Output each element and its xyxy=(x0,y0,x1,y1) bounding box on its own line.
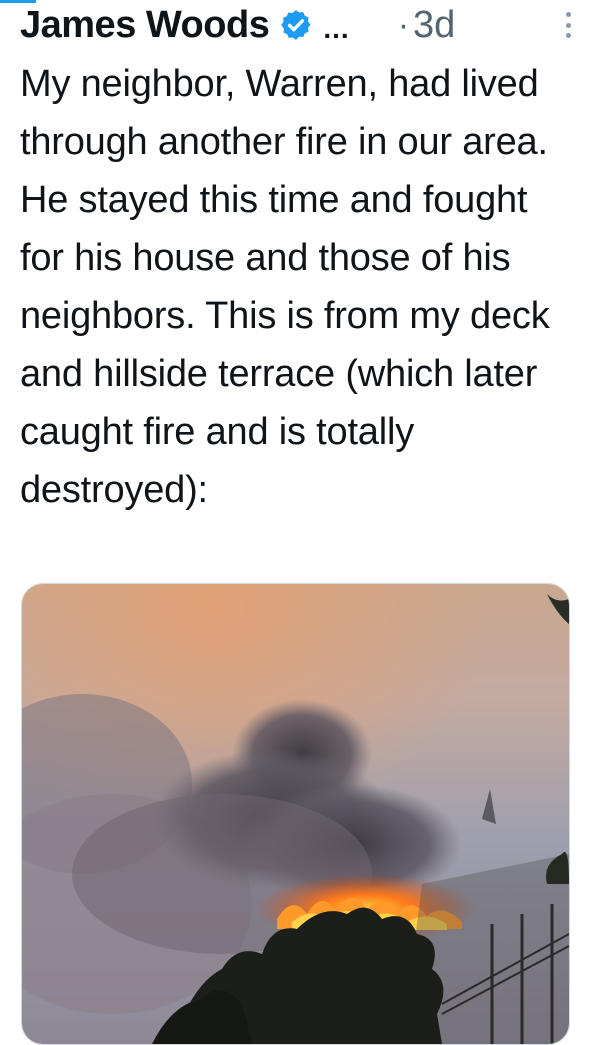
timestamp[interactable]: 3d xyxy=(413,6,455,44)
tweet-photo[interactable] xyxy=(21,583,570,1045)
author-name[interactable]: James Woods xyxy=(20,6,270,44)
vertical-ellipsis-icon[interactable] xyxy=(564,12,572,38)
verified-badge-icon xyxy=(281,10,311,40)
overflow-dot xyxy=(565,33,571,38)
name-truncation-ellipsis: ... xyxy=(323,13,350,44)
wildfire-photo-image xyxy=(22,584,569,1044)
overflow-dot xyxy=(565,22,571,28)
tweet-header: James Woods ... · 3d xyxy=(20,2,580,48)
overflow-dot xyxy=(565,12,571,17)
time-separator: · xyxy=(397,6,410,44)
tweet-text: My neighbor, Warren, had lived through a… xyxy=(20,63,550,511)
